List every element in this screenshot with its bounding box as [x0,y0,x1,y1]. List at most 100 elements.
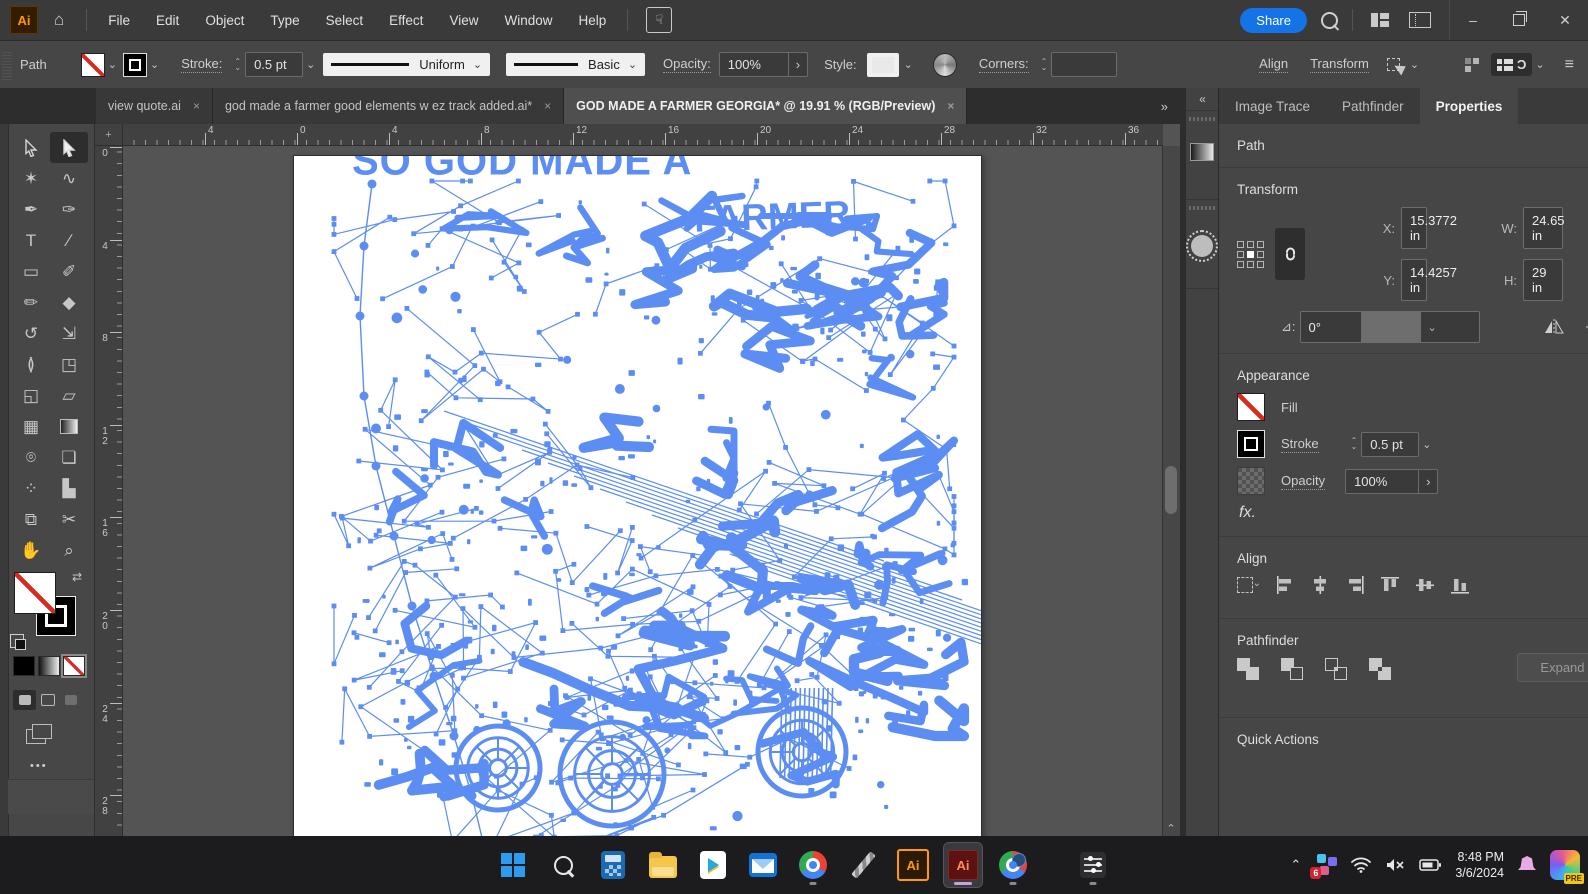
taskbar-mail-icon[interactable] [744,843,782,887]
stroke-swatch[interactable] [123,53,147,77]
minimize-button[interactable]: – [1450,0,1496,40]
opacity-link[interactable]: Opacity: [663,56,711,73]
transform-link[interactable]: Transform [1310,56,1369,73]
selection-panel-button[interactable] [1186,199,1218,288]
vertical-scrollbar[interactable] [1162,146,1180,836]
hand-tool[interactable]: ✋ [12,535,50,566]
x-field[interactable]: 15.3772 in [1401,207,1427,249]
constrain-proportions-button[interactable] [1275,228,1305,280]
recolor-artwork-icon[interactable] [933,53,957,77]
battery-icon[interactable] [1419,858,1441,872]
stroke-weight-field[interactable]: 0.5 pt [245,52,303,77]
share-button[interactable]: Share [1240,8,1307,33]
taskbar-illustrator-active-icon[interactable]: Ai [944,843,982,887]
tab-overflow-icon[interactable]: » [1147,99,1180,114]
curvature-tool[interactable]: ✑ [50,194,88,225]
workspace-switcher-icon[interactable] [1409,12,1431,28]
pasteboard[interactable]: SO GOD MADE A FARMER [123,146,1163,836]
chevron-down-icon[interactable]: ⌄ [1422,438,1431,451]
stroke-weight-field[interactable]: 0.5 pt [1361,432,1419,457]
panel-tab-pathfinder[interactable]: Pathfinder [1326,88,1420,124]
notification-bell-icon[interactable] [1518,856,1536,874]
none-button[interactable] [63,656,85,676]
h-field[interactable]: 29 in [1523,259,1563,301]
line-segment-tool[interactable]: ∕ [50,225,88,256]
app-logo-icon[interactable]: Ai [10,6,38,34]
collapse-dock-icon[interactable]: « [1186,88,1218,110]
color-button[interactable] [13,656,35,676]
search-icon[interactable] [1321,12,1338,29]
opacity-field[interactable]: 100% [1345,469,1419,494]
swap-fill-stroke-icon[interactable]: ⇄ [72,570,82,584]
stroke-swatch[interactable] [1237,430,1265,458]
change-screen-mode-icon[interactable] [26,724,52,744]
menu-item-effect[interactable]: Effect [376,13,436,28]
scrollbar-thumb[interactable] [1165,466,1177,514]
ruler-origin-corner[interactable]: + [95,124,123,146]
draw-normal-button[interactable] [13,690,36,710]
brush-dropdown[interactable]: Basic⌄ [506,53,645,76]
tray-overflow-icon[interactable]: ⌃ [1290,857,1301,873]
align-to-selector[interactable] [1237,577,1259,594]
pathfinder-unite-button[interactable] [1237,658,1259,680]
opacity-menu-arrow[interactable]: › [1419,469,1438,494]
menu-item-help[interactable]: Help [565,13,619,28]
pen-tool[interactable]: ✒ [12,194,50,225]
pathfinder-exclude-button[interactable] [1369,658,1391,680]
opacity-swatch[interactable] [1237,467,1265,495]
artboard[interactable]: SO GOD MADE A FARMER [293,155,982,836]
chevron-down-icon[interactable]: ⌄ [904,58,913,71]
align-v-center-button[interactable] [1416,576,1434,594]
corners-field[interactable] [1051,52,1117,77]
fill-swatch[interactable] [81,53,105,77]
edit-toolbar-icon[interactable]: ••• [30,760,48,772]
width-profile-dropdown[interactable]: Uniform⌄ [323,53,490,76]
mesh-tool[interactable]: ▦ [12,411,50,442]
chevron-down-icon[interactable]: ⌄ [306,58,315,71]
rectangle-tool[interactable]: ▭ [12,256,50,287]
width-tool[interactable]: ≬ [12,349,50,380]
notification-app-icon[interactable]: 6 [1315,854,1337,876]
align-top-button[interactable] [1381,576,1399,594]
gradient-tool[interactable] [50,411,88,442]
draw-behind-button[interactable] [36,690,59,710]
shape-builder-tool[interactable]: ◱ [12,380,50,411]
menu-item-window[interactable]: Window [491,13,565,28]
opacity-menu-arrow[interactable]: › [789,52,808,77]
touch-workspace-icon[interactable]: ☟ [646,7,672,33]
style-dropdown[interactable] [867,53,899,77]
close-button[interactable]: ✕ [1542,0,1588,40]
menu-item-edit[interactable]: Edit [143,13,192,28]
align-right-button[interactable] [1346,576,1364,594]
symbol-sprayer-tool[interactable]: ⁘ [12,473,50,504]
menu-item-view[interactable]: View [436,13,491,28]
chevron-down-icon[interactable]: ⌄ [108,58,117,71]
fill-swatch[interactable] [1237,393,1265,421]
panel-grip[interactable] [2,50,12,80]
direct-selection-tool[interactable] [50,132,88,163]
rotation-dropdown[interactable]: 0°⌄ [1300,311,1480,343]
y-field[interactable]: 14.4257 in [1401,259,1427,301]
horizontal-ruler[interactable]: 404812162024283236 [123,124,1163,146]
taskbar-illustrator-icon[interactable]: Ai [894,843,932,887]
default-fill-stroke-icon[interactable] [10,634,24,648]
artboard-tool[interactable]: ⧉ [12,504,50,535]
paintbrush-tool[interactable]: ✐ [50,256,88,287]
selected-vector-artwork[interactable] [294,156,981,836]
perspective-grid-tool[interactable]: ▱ [50,380,88,411]
scale-tool[interactable]: ⇲ [50,318,88,349]
taskbar-windows-start-icon[interactable] [494,843,532,887]
panel-tab-properties[interactable]: Properties [1420,88,1519,124]
zoom-tool[interactable]: ⌕ [50,535,88,566]
menu-item-select[interactable]: Select [313,13,377,28]
volume-muted-icon[interactable] [1385,857,1405,873]
align-left-button[interactable] [1276,576,1294,594]
document-tab-0[interactable]: view quote.ai× [96,88,213,124]
vertical-ruler[interactable]: 0481216202428 [95,146,123,836]
taskbar-clock[interactable]: 8:48 PM 3/6/2024 [1455,849,1504,881]
menu-item-type[interactable]: Type [257,13,312,28]
chevron-down-icon[interactable]: ⌄ [1410,58,1419,71]
align-h-center-button[interactable] [1311,576,1329,594]
selection-tool[interactable] [12,132,50,163]
taskbar-volume-mixer-icon[interactable] [1074,843,1112,887]
